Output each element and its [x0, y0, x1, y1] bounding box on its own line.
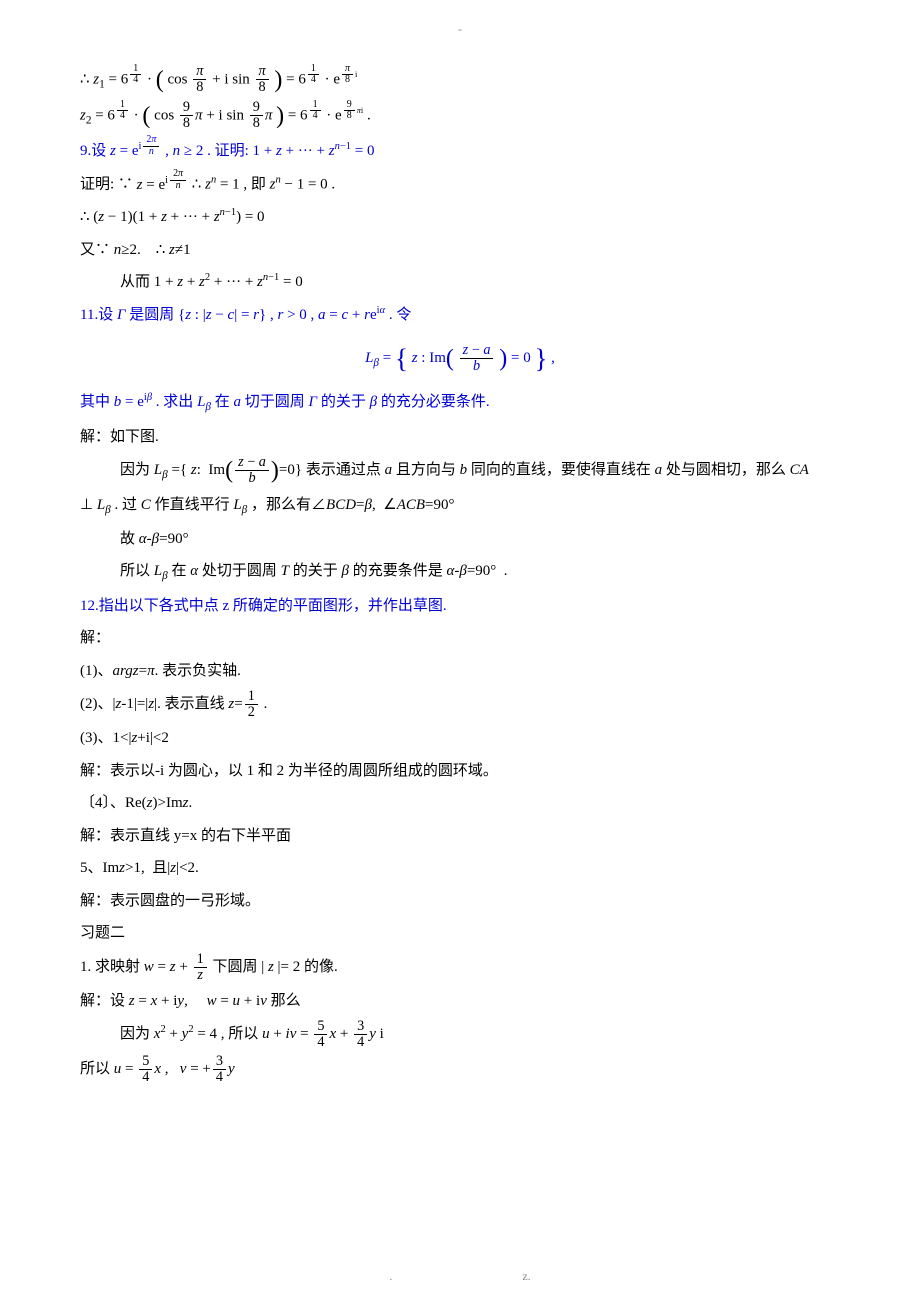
problem-11-equation: Lβ = { z : Im( z − ab ) = 0 } , [80, 343, 840, 374]
section-2-title: 习题二 [80, 919, 840, 948]
problem-12-item-4a: 〔4〕、Re(z)>Imz. [80, 789, 840, 818]
equation-z2: z2 = 614 · ( cos 98π + i sin 98π ) = 614… [80, 100, 840, 132]
page: - ∴ z1 = 614 · ( cos π8 + i sin π8 ) = 6… [0, 0, 920, 1302]
problem-9-proof-3b: 从而 1 + z + z2 + ··· + zn−1 = 0 [80, 268, 840, 297]
sec2-q1: 1. 求映射 w = z + 1z 下圆周 | z |= 2 的像. [80, 952, 840, 983]
header-mark: - [0, 18, 920, 41]
problem-12-head: 解： [80, 624, 840, 653]
problem-11-sol-a: 因为 Lβ ={ z: Im(z − ab)=0} 表示通过点 a 且方向与 b… [80, 455, 840, 486]
p9-label-a: 9.设 [80, 143, 110, 159]
problem-11-statement: 11.设 Γ 是圆周 {z : |z − c| = r} , r > 0 , a… [80, 301, 840, 330]
sec2-q1-sol-1: 解：设 z = x + iy, w = u + iv 那么 [80, 987, 840, 1016]
problem-12-item-3a: (3)、1<|z+i|<2 [80, 724, 840, 753]
problem-12-item-3b: 解：表示以-i 为圆心，以 1 和 2 为半径的周圆所组成的圆环域。 [80, 757, 840, 786]
sec2-q1-sol-2: 因为 x2 + y2 = 4 , 所以 u + iv = 54x + 34y i [80, 1019, 840, 1050]
q1-sol-a: 解：设 [80, 993, 129, 1009]
problem-9-proof-1: 证明: ∵ z = ei2πn ∴ zn = 1 , 即 zn − 1 = 0 … [80, 169, 840, 199]
problem-12-statement: 12.指出以下各式中点 z 所确定的平面图形，并作出草图. [80, 592, 840, 621]
problem-11-condition: 其中 b = eiβ . 求出 Lβ 在 a 切于圆周 Γ 的关于 β 的充分必… [80, 388, 840, 418]
footer-right: z. [522, 1265, 530, 1288]
problem-12-item-1: (1)、argz=π. 表示负实轴. [80, 657, 840, 686]
q1-sol-b: 那么 [271, 993, 301, 1009]
problem-12-item-4b: 解：表示直线 y=x 的右下半平面 [80, 822, 840, 851]
problem-9-statement: 9.设 z = ei2πn , n ≥ 2 . 证明: 1 + z + ··· … [80, 135, 840, 165]
problem-11-sol-c: 故 α-β=90° [80, 525, 840, 554]
equation-z1: ∴ z1 = 614 · ( cos π8 + i sin π8 ) = 614… [80, 64, 840, 96]
q1-a: 1. 求映射 [80, 959, 144, 975]
problem-11-sol-d: 所以 Lβ 在 α 处切于圆周 T 的关于 β 的充要条件是 α-β=90° . [80, 557, 840, 587]
problem-12-item-2: (2)、|z-1|=|z|. 表示直线 z=12 . [80, 689, 840, 720]
problem-11-sol-b: ⊥ Lβ . 过 C 作直线平行 Lβ ，那么有∠BCD=β, ∠ACB=90° [80, 491, 840, 521]
footer: . z. [0, 1265, 920, 1288]
p9-proof-a: 证明: ∵ [80, 177, 137, 193]
footer-left: . [389, 1265, 392, 1288]
problem-9-proof-2: ∴ (z − 1)(1 + z + ··· + zn−1) = 0 [80, 203, 840, 232]
problem-9-proof-3a: 又∵ n≥2. ∴ z≠1 [80, 236, 840, 265]
problem-11-sol-head: 解：如下图. [80, 423, 840, 452]
problem-12-item-5a: 5、Imz>1, 且|z|<2. [80, 854, 840, 883]
problem-12-item-5b: 解：表示圆盘的一弓形域。 [80, 887, 840, 916]
sec2-q1-sol-3: 所以 u = 54x , v = +34y [80, 1054, 840, 1085]
